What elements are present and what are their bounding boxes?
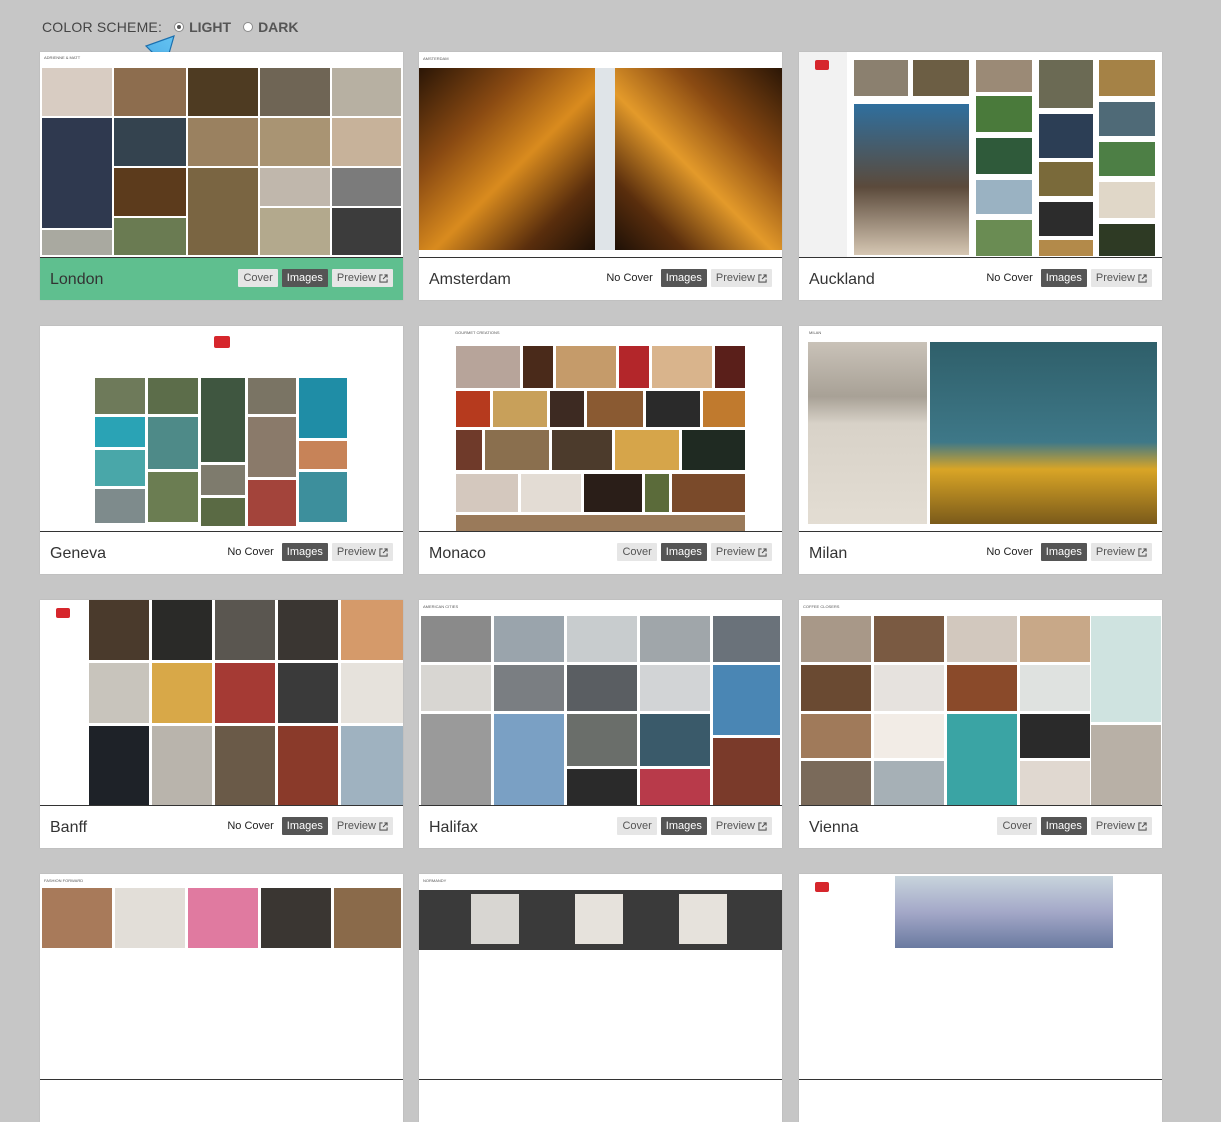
images-button[interactable]: Images [1040,543,1087,561]
theme-footer: Milan No Cover Images Preview [799,532,1162,574]
no-cover-label: No Cover [606,272,653,284]
images-button[interactable]: Images [660,543,707,561]
theme-card-partial-2: NORMANDY [419,874,782,1122]
cover-button[interactable]: Cover [238,269,278,287]
images-button[interactable]: Images [281,817,328,835]
theme-card-london: ADRIENNE & MATT London Cover Images Prev… [40,52,403,300]
external-link-icon [379,547,388,557]
cover-button[interactable]: Cover [617,543,657,561]
theme-thumbnail[interactable]: NORMANDY [419,874,782,1080]
no-cover-label: No Cover [227,820,274,832]
light-radio[interactable] [174,22,185,32]
external-link-icon [1138,547,1147,557]
preview-button[interactable]: Preview [1090,817,1152,835]
theme-name: Milan [809,545,848,562]
theme-thumbnail[interactable] [799,874,1162,1080]
no-cover-label: No Cover [986,546,1033,558]
theme-thumbnail[interactable]: MILAN [799,326,1162,532]
theme-thumbnail[interactable]: AMERICAN CITIES [419,600,782,806]
light-label: LIGHT [189,19,232,35]
theme-footer: Amsterdam No Cover Images Preview [419,258,782,300]
preview-button[interactable]: Preview [1090,269,1152,287]
theme-name: London [50,271,104,288]
theme-name: Auckland [809,271,875,288]
theme-thumbnail[interactable]: FASHION FORWARD [40,874,403,1080]
scheme-option-dark[interactable]: DARK [243,19,299,35]
theme-card-monaco: GOURMET CREATIONS Monaco Cover Images Pr… [419,326,782,574]
preview-label: Preview [1095,272,1135,284]
theme-name: Geneva [50,545,107,562]
external-link-icon [1138,821,1147,831]
no-cover-label: No Cover [986,272,1033,284]
scheme-option-light[interactable]: LIGHT [174,19,231,35]
theme-thumbnail[interactable]: GOURMET CREATIONS [419,326,782,532]
preview-button[interactable]: Preview [331,269,393,287]
theme-footer: Monaco Cover Images Preview [419,532,782,574]
theme-footer: Vienna Cover Images Preview [799,806,1162,848]
theme-footer: Geneva No Cover Images Preview [40,532,403,574]
images-button[interactable]: Images [1040,817,1087,835]
external-link-icon [758,547,767,557]
theme-name: Monaco [429,545,486,562]
theme-thumbnail[interactable]: AMSTERDAM [419,52,782,258]
theme-card-partial-1: FASHION FORWARD [40,874,403,1122]
external-link-icon [758,273,767,283]
preview-label: Preview [1095,546,1135,558]
theme-card-geneva: Geneva No Cover Images Preview [40,326,403,574]
theme-thumbnail[interactable]: ADRIENNE & MATT [40,52,403,258]
preview-label: Preview [1095,820,1135,832]
preview-button[interactable]: Preview [331,817,393,835]
preview-label: Preview [336,272,376,284]
preview-button[interactable]: Preview [710,269,772,287]
preview-label: Preview [715,546,755,558]
theme-card-milan: MILAN Milan No Cover Images Preview [799,326,1162,574]
theme-name: Vienna [809,819,859,836]
external-link-icon [758,821,767,831]
images-button[interactable]: Images [281,543,328,561]
preview-button[interactable]: Preview [710,543,772,561]
theme-thumbnail[interactable] [40,600,403,806]
theme-name: Amsterdam [429,271,511,288]
theme-card-banff: Banff No Cover Images Preview [40,600,403,848]
theme-name: Banff [50,819,88,836]
preview-button[interactable]: Preview [1090,543,1152,561]
theme-thumbnail[interactable]: COFFEE CLOSERS [799,600,1162,806]
theme-card-partial-3 [799,874,1162,1122]
cover-button[interactable]: Cover [997,817,1037,835]
external-link-icon [379,273,388,283]
preview-label: Preview [336,546,376,558]
preview-label: Preview [715,272,755,284]
images-button[interactable]: Images [281,269,328,287]
external-link-icon [1138,273,1147,283]
theme-card-halifax: AMERICAN CITIES Halifax Cover Images Pre… [419,600,782,848]
theme-footer: Halifax Cover Images Preview [419,806,782,848]
theme-thumbnail[interactable] [799,52,1162,258]
dark-radio[interactable] [243,22,254,32]
dark-label: DARK [258,19,299,35]
images-button[interactable]: Images [1040,269,1087,287]
cover-button[interactable]: Cover [617,817,657,835]
images-button[interactable]: Images [660,269,707,287]
theme-thumbnail[interactable] [40,326,403,532]
preview-button[interactable]: Preview [710,817,772,835]
theme-footer: Auckland No Cover Images Preview [799,258,1162,300]
preview-label: Preview [715,820,755,832]
external-link-icon [379,821,388,831]
theme-footer: Banff No Cover Images Preview [40,806,403,848]
theme-card-vienna: COFFEE CLOSERS Vienna Cover Images Previ… [799,600,1162,848]
theme-card-amsterdam: AMSTERDAM Amsterdam No Cover Images Prev… [419,52,782,300]
theme-name: Halifax [429,819,478,836]
preview-button[interactable]: Preview [331,543,393,561]
preview-label: Preview [336,820,376,832]
theme-footer: London Cover Images Preview [40,258,403,300]
no-cover-label: No Cover [227,546,274,558]
images-button[interactable]: Images [660,817,707,835]
theme-card-auckland: Auckland No Cover Images Preview [799,52,1162,300]
